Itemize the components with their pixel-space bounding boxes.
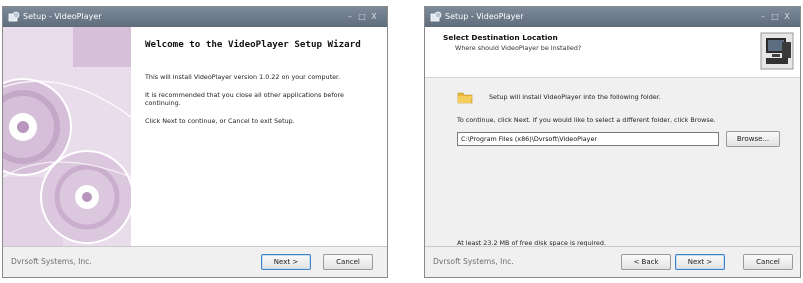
wizard-side-image: [3, 27, 131, 249]
window-title: Setup - VideoPlayer: [445, 12, 524, 21]
maximize-button[interactable]: □: [357, 7, 369, 27]
title-bar[interactable]: Setup - VideoPlayer – □ X: [425, 7, 800, 27]
title-bar[interactable]: Setup - VideoPlayer – □ X: [3, 7, 387, 27]
cancel-button[interactable]: Cancel: [323, 254, 373, 270]
intro-paragraph: This will install VideoPlayer version 1.…: [145, 73, 341, 81]
folder-icon: [457, 92, 473, 104]
setup-window-welcome: Setup - VideoPlayer – □ X Welcome to the V…: [2, 6, 388, 278]
folder-text: Setup will install VideoPlayer into the …: [489, 93, 661, 101]
back-button[interactable]: < Back: [621, 254, 671, 270]
welcome-heading: Welcome to the VideoPlayer Setup Wizard: [145, 39, 361, 50]
welcome-content: Welcome to the VideoPlayer Setup Wizard …: [131, 27, 387, 249]
wizard-footer: Dvrsoft Systems, Inc. < Back Next > Canc…: [425, 246, 800, 277]
browse-button[interactable]: Browse...: [726, 131, 780, 147]
window-controls: – □ X: [758, 7, 794, 27]
wizard-footer: Dvrsoft Systems, Inc. Next > Cancel: [3, 246, 387, 277]
close-button[interactable]: X: [782, 7, 794, 27]
install-path-input[interactable]: C:\Program Files (x86)\Dvrsoft\VideoPlay…: [457, 132, 719, 146]
instruction-text: To continue, click Next. If you would li…: [457, 116, 716, 124]
close-button[interactable]: X: [369, 7, 381, 27]
company-name: Dvrsoft Systems, Inc.: [11, 257, 92, 266]
minimize-button[interactable]: –: [345, 7, 357, 27]
setup-app-icon: [430, 11, 442, 22]
minimize-button[interactable]: –: [758, 7, 770, 27]
window-controls: – □ X: [345, 7, 381, 27]
page-title: Select Destination Location: [443, 33, 558, 42]
computer-icon: [760, 32, 794, 70]
wizard-body: Setup will install VideoPlayer into the …: [425, 78, 800, 247]
company-name: Dvrsoft Systems, Inc.: [433, 257, 514, 266]
cancel-button[interactable]: Cancel: [743, 254, 793, 270]
setup-app-icon: [8, 11, 20, 22]
wizard-header: Select Destination Location Where should…: [425, 27, 800, 78]
next-button[interactable]: Next >: [261, 254, 311, 270]
window-title: Setup - VideoPlayer: [23, 12, 102, 21]
recommend-paragraph: It is recommended that you close all oth…: [145, 91, 344, 108]
maximize-button[interactable]: □: [770, 7, 782, 27]
page-subtitle: Where should VideoPlayer be installed?: [455, 44, 582, 52]
continue-paragraph: Click Next to continue, or Cancel to exi…: [145, 117, 295, 125]
next-button[interactable]: Next >: [675, 254, 725, 270]
disc-graphic: [3, 27, 131, 249]
setup-window-destination: Setup - VideoPlayer – □ X Select Destinati…: [424, 6, 801, 278]
